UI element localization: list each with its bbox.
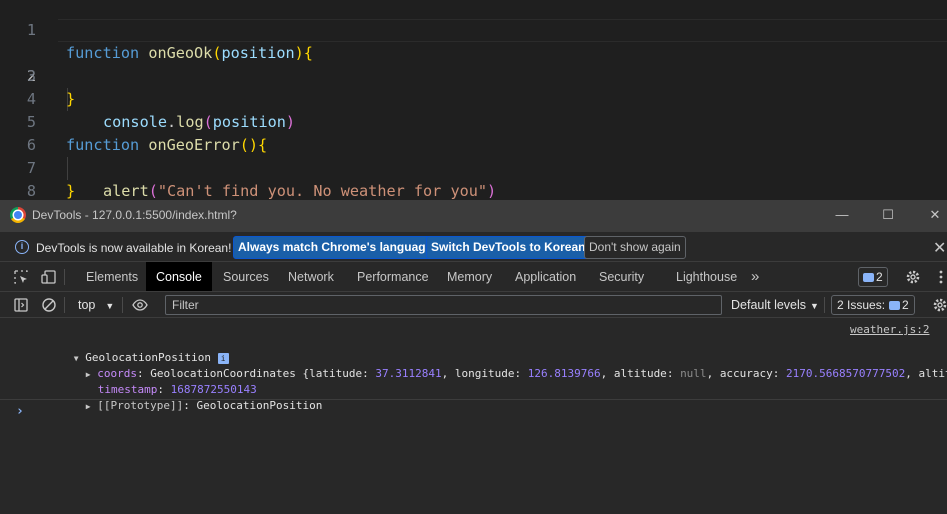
minimize-button[interactable]: —	[832, 205, 852, 225]
device-toolbar-icon[interactable]	[41, 269, 57, 285]
toolbar-divider	[64, 297, 65, 313]
always-match-language-button[interactable]: Always match Chrome's language	[233, 236, 438, 259]
sidebar-toggle-icon[interactable]	[13, 297, 29, 313]
log-levels-dropdown[interactable]: Default levels ▼	[731, 298, 819, 312]
console-settings-gear-icon[interactable]	[932, 297, 947, 313]
toolbar-divider	[824, 297, 825, 313]
tab-security[interactable]: Security	[589, 262, 654, 291]
console-prompt-icon[interactable]: ›	[16, 404, 24, 419]
chrome-logo-icon	[10, 207, 26, 223]
context-selector[interactable]: top ▼	[78, 298, 114, 312]
gear-icon[interactable]	[905, 269, 921, 285]
console-prop-coords[interactable]: ▶ coords: GeolocationCoordinates {latitu…	[46, 353, 947, 380]
tab-network[interactable]: Network	[278, 262, 344, 291]
maximize-button[interactable]: ☐	[878, 205, 898, 225]
code-line-active[interactable]: 2 console.log(position)	[0, 19, 947, 131]
chat-icon	[889, 301, 901, 310]
code-line[interactable]: 3 }	[0, 42, 947, 108]
window-title: DevTools - 127.0.0.1:5500/index.html?	[32, 208, 237, 222]
code-line[interactable]: 6 alert("Can't find you. No weather for …	[0, 111, 947, 200]
collapsed-triangle-icon[interactable]: ▶	[86, 402, 91, 411]
tab-memory[interactable]: Memory	[437, 262, 502, 291]
tab-sources[interactable]: Sources	[213, 262, 279, 291]
toolbar-divider	[122, 297, 123, 313]
code-editor[interactable]: 1 function onGeoOk(position){ 2 console.…	[0, 0, 947, 200]
tab-console[interactable]: Console	[146, 262, 212, 291]
close-window-button[interactable]: ✕	[925, 205, 945, 225]
current-line-highlight	[58, 19, 947, 42]
more-tabs-icon[interactable]: »	[741, 262, 769, 291]
console-prop-prototype[interactable]: ▶ [[Prototype]]: GeolocationPosition	[46, 385, 323, 412]
inspect-element-icon[interactable]	[13, 269, 29, 285]
console-prop-timestamp[interactable]: timestamp: 1687872550143	[58, 369, 257, 396]
chevron-down-icon: ▼	[105, 301, 115, 311]
infobar-close-icon[interactable]: ✕	[933, 238, 946, 258]
panel-tabbar: Elements Console Sources Network Perform…	[0, 262, 947, 292]
infobar-message: DevTools is now available in Korean!	[36, 241, 232, 255]
tab-elements[interactable]: Elements	[76, 262, 148, 291]
tab-performance[interactable]: Performance	[347, 262, 439, 291]
info-icon: i	[15, 240, 29, 254]
chat-icon	[863, 273, 874, 282]
code-line[interactable]: 8	[0, 157, 947, 200]
switch-to-korean-button[interactable]: Switch DevTools to Korean	[426, 236, 591, 259]
code-line[interactable]: 5 function onGeoError(){	[0, 88, 947, 154]
devtools-window: DevTools - 127.0.0.1:5500/index.html? — …	[0, 200, 947, 514]
console-object-header[interactable]: ▼ GeolocationPosition i	[34, 337, 229, 364]
kebab-menu-icon[interactable]	[933, 269, 947, 285]
code-line[interactable]: 4	[0, 65, 947, 108]
issues-counter-button[interactable]: 2	[858, 267, 888, 287]
chevron-down-icon: ▼	[810, 301, 819, 311]
console-output[interactable]: weather.js:2 ▼ GeolocationPosition i ▶ c…	[0, 318, 947, 514]
eye-icon[interactable]	[132, 297, 148, 313]
source-link[interactable]: weather.js:2	[850, 323, 929, 336]
dont-show-again-button[interactable]: Don't show again	[584, 236, 686, 259]
window-titlebar[interactable]: DevTools - 127.0.0.1:5500/index.html? — …	[0, 200, 947, 232]
console-filter-input[interactable]	[165, 295, 722, 315]
language-infobar: i DevTools is now available in Korean! A…	[0, 232, 947, 262]
clear-console-icon[interactable]	[41, 297, 57, 313]
code-line[interactable]: 1 function onGeoOk(position){	[0, 0, 947, 62]
console-divider	[0, 399, 947, 400]
tab-application[interactable]: Application	[505, 262, 586, 291]
toolbar-divider	[64, 269, 65, 285]
tab-lighthouse[interactable]: Lighthouse	[666, 262, 747, 291]
code-line[interactable]: 7 }	[0, 134, 947, 200]
code-line[interactable]: 9 navigator.geolocation.getCurrentPositi…	[0, 180, 947, 200]
issues-button[interactable]: 2 Issues: 2	[831, 295, 915, 315]
console-toolbar: top▼ Default levels▼ 2 Issues:2	[0, 292, 947, 318]
